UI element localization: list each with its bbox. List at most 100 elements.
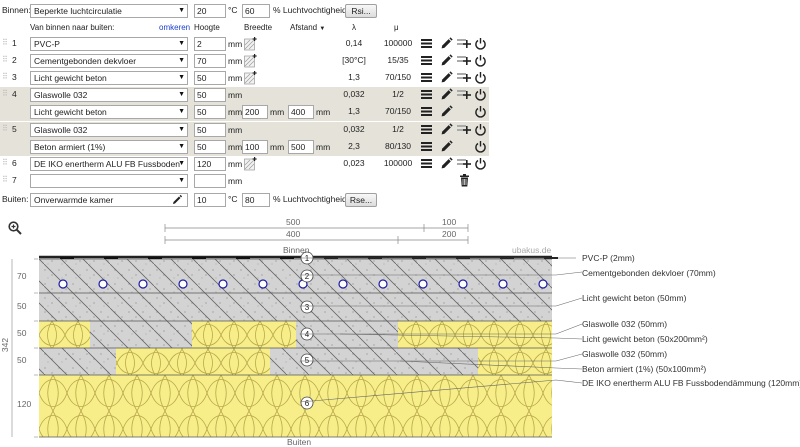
width-header: Breedte xyxy=(244,23,273,32)
menu-icon[interactable] xyxy=(420,37,433,50)
menu-icon[interactable] xyxy=(420,54,433,67)
layer-3-material-select[interactable]: Licht gewicht beton ▼ xyxy=(30,71,188,85)
power-icon[interactable] xyxy=(474,71,487,84)
layer-5-height-input[interactable]: 50 xyxy=(194,123,226,137)
drag-handle-icon[interactable]: ⠿ xyxy=(2,72,8,81)
menu-icon[interactable] xyxy=(420,88,433,101)
outside-climate-select[interactable]: Onverwarmde kamer xyxy=(30,193,188,207)
layer-lambda: [30°C] xyxy=(342,55,366,65)
trash-icon[interactable] xyxy=(459,174,472,187)
inside-label: Binnen: xyxy=(2,5,31,15)
sub-height-input[interactable]: 50 xyxy=(194,140,226,154)
legend-reinforced-concrete: Beton armiert (1%) (50x100mm²) xyxy=(582,364,707,374)
layer-4-height-input[interactable]: 50 xyxy=(194,88,226,102)
menu-icon[interactable] xyxy=(420,140,433,153)
inside-temp-input[interactable]: 20 xyxy=(194,4,226,18)
reverse-link[interactable]: omkeren xyxy=(159,23,190,33)
drag-handle-icon[interactable]: ⠿ xyxy=(2,89,8,98)
layer-3-height-input[interactable]: 50 xyxy=(194,71,226,85)
power-icon[interactable] xyxy=(474,54,487,67)
heating-pipe xyxy=(538,279,548,289)
layer-4-material-select[interactable]: Glaswolle 032 ▼ xyxy=(30,88,188,102)
inside-temp-unit: °C xyxy=(228,5,238,15)
power-icon[interactable] xyxy=(474,123,487,136)
pencil-icon[interactable] xyxy=(440,105,453,118)
sub-distance-input[interactable]: 400 xyxy=(288,105,314,119)
layer-7-height-input[interactable] xyxy=(194,174,226,188)
layer-number: 1 xyxy=(12,38,17,48)
power-icon[interactable] xyxy=(474,157,487,170)
total-dim: 342 xyxy=(0,337,11,353)
outside-rh-label: % Luchtvochtigheid xyxy=(273,194,347,204)
rse-button[interactable]: Rse... xyxy=(345,193,377,207)
inside-climate-select[interactable]: Beperkte luchtcirculatie ▼ xyxy=(30,4,188,18)
pencil-icon[interactable] xyxy=(440,71,453,84)
layer-6-material-select[interactable]: DE IKO enertherm ALU FB Fussboden ▼ xyxy=(30,157,188,171)
layer-2-height-input[interactable]: 70 xyxy=(194,54,226,68)
rsi-button[interactable]: Rsi... xyxy=(345,4,377,18)
layer-number: 5 xyxy=(12,124,17,134)
layer-2-material-select[interactable]: Cementgebonden dekvloer ▼ xyxy=(30,54,188,68)
add-sublayer-icon[interactable] xyxy=(457,37,471,50)
sub-distance-input[interactable]: 500 xyxy=(288,140,314,154)
power-icon[interactable] xyxy=(474,140,487,153)
pencil-icon[interactable] xyxy=(440,88,453,101)
material-pattern-add-icon[interactable] xyxy=(244,37,257,51)
pencil-icon[interactable] xyxy=(440,54,453,67)
drag-handle-icon[interactable]: ⠿ xyxy=(2,38,8,47)
add-sublayer-icon[interactable] xyxy=(457,157,471,170)
layer-lambda: 0,032 xyxy=(343,124,365,134)
sub-height-input[interactable]: 50 xyxy=(194,105,226,119)
layer-1-height-input[interactable]: 2 xyxy=(194,37,226,51)
distance-header[interactable]: Afstand ▼ xyxy=(290,23,325,34)
outside-temp-input[interactable]: 10 xyxy=(194,193,226,207)
layer-5-sub-material-select[interactable]: Beton armiert (1%) ▼ xyxy=(30,140,188,154)
chevron-down-icon: ▼ xyxy=(178,7,185,14)
add-sublayer-icon[interactable] xyxy=(457,54,471,67)
material-pattern-add-icon[interactable] xyxy=(244,157,257,171)
pencil-icon[interactable] xyxy=(440,123,453,136)
layer-mu: 100000 xyxy=(383,158,413,168)
material-pattern-add-icon[interactable] xyxy=(244,54,257,68)
menu-icon[interactable] xyxy=(420,71,433,84)
sub-width-input[interactable]: 100 xyxy=(242,140,268,154)
menu-icon[interactable] xyxy=(420,123,433,136)
layer-number-circle: 6 xyxy=(300,396,314,410)
dim-top-100: 100 xyxy=(442,217,457,227)
layer-1-material-select[interactable]: PVC-P ▼ xyxy=(30,37,188,51)
heating-pipe xyxy=(58,279,68,289)
layer-6-height-input[interactable]: 120 xyxy=(194,157,226,171)
chevron-down-icon: ▼ xyxy=(178,91,185,98)
add-sublayer-icon[interactable] xyxy=(457,71,471,84)
material-pattern-add-icon[interactable] xyxy=(244,71,257,85)
menu-icon[interactable] xyxy=(420,157,433,170)
pencil-icon[interactable] xyxy=(440,37,453,50)
add-sublayer-icon[interactable] xyxy=(457,123,471,136)
drag-handle-icon[interactable]: ⠿ xyxy=(2,175,8,184)
drag-handle-icon[interactable]: ⠿ xyxy=(2,124,8,133)
heating-pipe xyxy=(418,279,428,289)
drag-handle-icon[interactable]: ⠿ xyxy=(2,158,8,167)
layer-7-material-select[interactable]: ▼ xyxy=(30,174,188,188)
add-sublayer-icon[interactable] xyxy=(457,88,471,101)
legend-insulation: DE IKO enertherm ALU FB Fussbodendämmung… xyxy=(582,378,800,388)
chevron-down-icon: ▼ xyxy=(178,74,185,81)
power-icon[interactable] xyxy=(474,37,487,50)
layer-5-material-select[interactable]: Glaswolle 032 ▼ xyxy=(30,123,188,137)
menu-icon[interactable] xyxy=(420,105,433,118)
inside-rh-label: % Luchtvochtigheid xyxy=(273,5,347,15)
outside-label: Buiten: xyxy=(2,194,29,204)
svg-text:3: 3 xyxy=(305,303,310,312)
pencil-icon[interactable] xyxy=(171,194,183,206)
svg-text:5: 5 xyxy=(305,356,310,365)
power-icon[interactable] xyxy=(474,88,487,101)
layer-4-sub-material-select[interactable]: Licht gewicht beton ▼ xyxy=(30,105,188,119)
sub-width-input[interactable]: 200 xyxy=(242,105,268,119)
legend-pvc: PVC-P (2mm) xyxy=(582,253,635,263)
inside-rh-input[interactable]: 60 xyxy=(242,4,270,18)
drag-handle-icon[interactable]: ⠿ xyxy=(2,55,8,64)
outside-rh-input[interactable]: 80 xyxy=(242,193,270,207)
pencil-icon[interactable] xyxy=(440,140,453,153)
pencil-icon[interactable] xyxy=(440,157,453,170)
power-icon[interactable] xyxy=(474,105,487,118)
